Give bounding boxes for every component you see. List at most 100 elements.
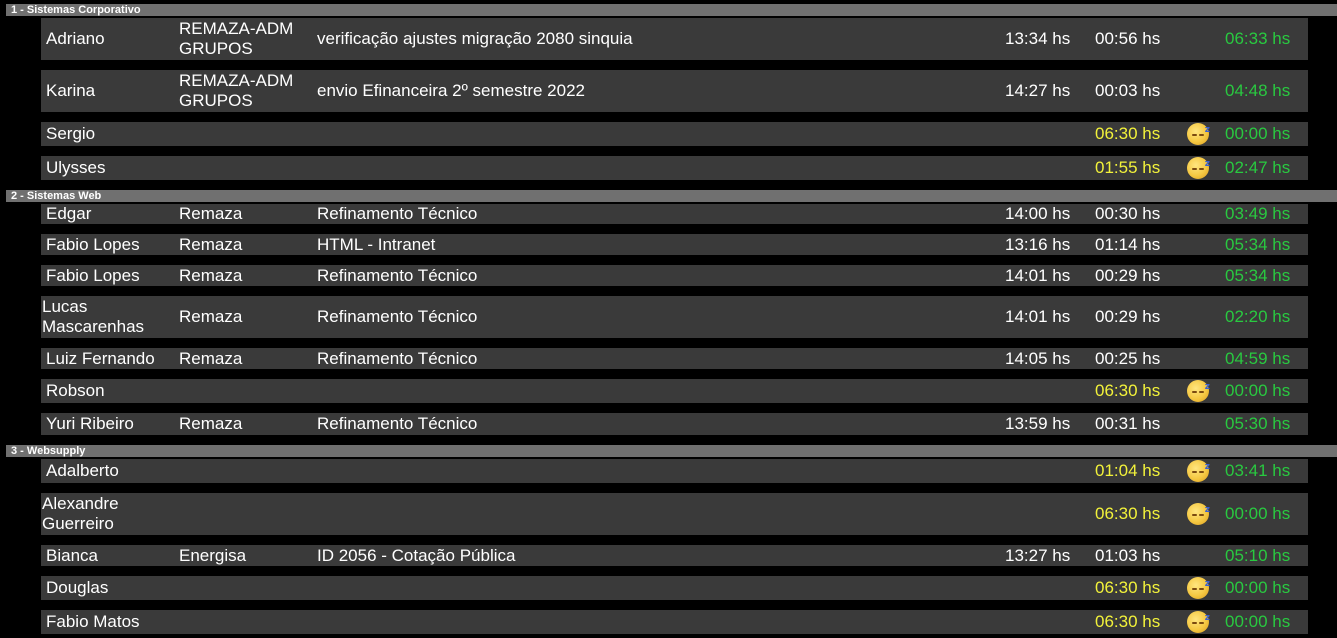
employee-name: Adriano [46, 29, 105, 48]
table-row: Fabio Matos 06:30 hs z 00:00 hs [41, 610, 1308, 634]
client-name: Remaza [179, 348, 243, 368]
sleeping-face-icon: z [1186, 122, 1210, 146]
table-row: Adriano REMAZA-ADM GRUPOS verificação aj… [41, 18, 1308, 60]
employee-name: Sergio [46, 124, 96, 143]
idle-time: 06:30 hs [1095, 612, 1161, 631]
remaining-time: 03:49 hs [1225, 204, 1291, 223]
remaining-time: 00:00 hs [1225, 124, 1291, 143]
start-time: 13:34 hs [1005, 29, 1071, 48]
remaining-time: 05:34 hs [1225, 265, 1291, 285]
elapsed-time: 01:14 hs [1095, 234, 1161, 254]
remaining-time: 00:00 hs [1225, 504, 1291, 523]
employee-name: Karina [46, 81, 96, 100]
task-description: HTML - Intranet [317, 234, 436, 254]
remaining-time: 05:30 hs [1225, 414, 1291, 433]
employee-name: Adalberto [46, 461, 119, 480]
table-row: Ulysses 01:55 hs z 02:47 hs [41, 156, 1308, 180]
employee-name: Edgar [46, 204, 92, 223]
sleeping-face-icon: z [1186, 459, 1210, 483]
task-description: Refinamento Técnico [317, 414, 478, 433]
table-row: Lucas Mascarenhas Remaza Refinamento Téc… [41, 296, 1308, 338]
employee-name: Fabio Matos [46, 612, 140, 631]
table-row: Robson 06:30 hs z 00:00 hs [41, 379, 1308, 403]
employee-name: Ulysses [46, 158, 106, 177]
idle-time: 01:55 hs [1095, 158, 1161, 177]
elapsed-time: 00:03 hs [1095, 81, 1161, 100]
elapsed-time: 00:29 hs [1095, 265, 1161, 285]
sleeping-face-icon: z [1186, 379, 1210, 403]
sleeping-face-icon: z [1186, 493, 1210, 535]
sleeping-face-icon: z [1186, 156, 1210, 180]
client-name: Remaza [179, 204, 243, 223]
client-name: Remaza [179, 265, 243, 285]
task-description: Refinamento Técnico [317, 204, 478, 223]
employee-name: Alexandre Guerreiro [42, 494, 119, 533]
elapsed-time: 00:31 hs [1095, 414, 1161, 433]
start-time: 13:59 hs [1005, 414, 1071, 433]
table-row: Douglas 06:30 hs z 00:00 hs [41, 576, 1308, 600]
task-description: verificação ajustes migração 2080 sinqui… [317, 29, 633, 48]
elapsed-time: 00:56 hs [1095, 29, 1161, 48]
start-time: 14:01 hs [1005, 307, 1071, 326]
idle-time: 01:04 hs [1095, 461, 1161, 480]
remaining-time: 02:47 hs [1225, 158, 1291, 177]
elapsed-time: 00:29 hs [1095, 307, 1161, 326]
table-row: Luiz Fernando Remaza Refinamento Técnico… [41, 348, 1308, 369]
remaining-time: 00:00 hs [1225, 612, 1291, 631]
idle-time: 06:30 hs [1095, 578, 1161, 597]
task-description: Refinamento Técnico [317, 348, 478, 368]
start-time: 13:27 hs [1005, 545, 1071, 565]
start-time: 13:16 hs [1005, 234, 1071, 254]
elapsed-time: 00:25 hs [1095, 348, 1161, 368]
task-description: ID 2056 - Cotação Pública [317, 545, 516, 565]
elapsed-time: 00:30 hs [1095, 204, 1161, 223]
remaining-time: 03:41 hs [1225, 461, 1291, 480]
idle-time: 06:30 hs [1095, 381, 1161, 400]
table-row: Fabio Lopes Remaza HTML - Intranet 13:16… [41, 234, 1308, 255]
table-row: Yuri Ribeiro Remaza Refinamento Técnico … [41, 413, 1308, 435]
start-time: 14:00 hs [1005, 204, 1071, 223]
remaining-time: 00:00 hs [1225, 578, 1291, 597]
client-name: REMAZA-ADM GRUPOS [179, 71, 294, 110]
start-time: 14:27 hs [1005, 81, 1071, 100]
task-description: envio Efinanceira 2º semestre 2022 [317, 81, 585, 100]
employee-name: Yuri Ribeiro [46, 414, 134, 433]
table-row: Fabio Lopes Remaza Refinamento Técnico 1… [41, 265, 1308, 286]
table-row: Alexandre Guerreiro 06:30 hs z 00:00 hs [41, 493, 1308, 535]
employee-name: Fabio Lopes [46, 234, 140, 254]
section-header: 1 - Sistemas Corporativo [6, 4, 1337, 16]
remaining-time: 05:10 hs [1225, 545, 1291, 565]
sleeping-face-icon: z [1186, 610, 1210, 634]
remaining-time: 02:20 hs [1225, 307, 1291, 326]
table-row: Adalberto 01:04 hs z 03:41 hs [41, 459, 1308, 483]
client-name: Remaza [179, 307, 243, 326]
employee-name: Fabio Lopes [46, 265, 140, 285]
remaining-time: 05:34 hs [1225, 234, 1291, 254]
client-name: Energisa [179, 545, 247, 565]
remaining-time: 04:59 hs [1225, 348, 1291, 368]
employee-name: Lucas Mascarenhas [42, 297, 145, 336]
remaining-time: 06:33 hs [1225, 29, 1291, 48]
start-time: 14:05 hs [1005, 348, 1071, 368]
section-header: 3 - Websupply [6, 445, 1337, 457]
table-row: Sergio 06:30 hs z 00:00 hs [41, 122, 1308, 146]
employee-name: Luiz Fernando [46, 348, 155, 368]
table-row: Karina REMAZA-ADM GRUPOS envio Efinancei… [41, 70, 1308, 112]
section-header: 2 - Sistemas Web [6, 190, 1337, 202]
table-row: Edgar Remaza Refinamento Técnico 14:00 h… [41, 204, 1308, 224]
client-name: Remaza [179, 414, 243, 433]
client-name: REMAZA-ADM GRUPOS [179, 19, 294, 58]
remaining-time: 00:00 hs [1225, 381, 1291, 400]
idle-time: 06:30 hs [1095, 504, 1161, 523]
idle-time: 06:30 hs [1095, 124, 1161, 143]
sleeping-face-icon: z [1186, 576, 1210, 600]
task-description: Refinamento Técnico [317, 307, 478, 326]
remaining-time: 04:48 hs [1225, 81, 1291, 100]
client-name: Remaza [179, 234, 243, 254]
elapsed-time: 01:03 hs [1095, 545, 1161, 565]
table-row: Bianca Energisa ID 2056 - Cotação Públic… [41, 545, 1308, 566]
task-description: Refinamento Técnico [317, 265, 478, 285]
employee-name: Douglas [46, 578, 109, 597]
start-time: 14:01 hs [1005, 265, 1071, 285]
employee-name: Robson [46, 381, 105, 400]
